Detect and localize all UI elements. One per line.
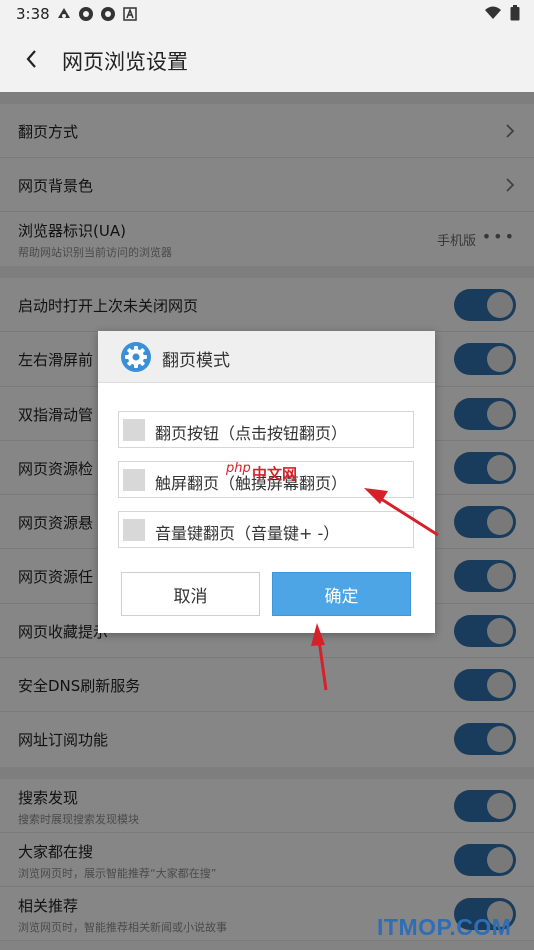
- dialog-header: 翻页模式: [98, 331, 435, 383]
- battery-icon: [510, 5, 520, 21]
- status-time: 3:38: [16, 5, 50, 23]
- option-page-button[interactable]: 翻页按钮（点击按钮翻页）: [118, 411, 414, 448]
- status-system-icons: [484, 5, 520, 21]
- checkbox[interactable]: [123, 469, 145, 491]
- confirm-button[interactable]: 确定: [272, 572, 411, 616]
- status-bar: 3:38: [0, 0, 534, 28]
- site-watermark: 中文网: [252, 465, 298, 483]
- option-label: 音量键翻页（音量键+ -）: [155, 524, 340, 543]
- php-watermark-logo: php: [226, 461, 251, 476]
- gear-icon: [121, 342, 151, 372]
- cancel-button[interactable]: 取消: [121, 572, 260, 616]
- page-title: 网页浏览设置: [62, 50, 188, 74]
- status-notification-icons: [56, 6, 138, 22]
- font-a-icon: [123, 7, 137, 21]
- itmop-watermark: ITMOP.COM: [377, 914, 512, 940]
- app-notification-icon: [58, 8, 70, 18]
- back-button[interactable]: [14, 42, 48, 76]
- option-volume-key[interactable]: 音量键翻页（音量键+ -）: [118, 511, 414, 548]
- aperture-icon-2: [101, 7, 115, 21]
- checkbox[interactable]: [123, 519, 145, 541]
- option-label: 翻页按钮（点击按钮翻页）: [155, 424, 348, 443]
- checkbox[interactable]: [123, 419, 145, 441]
- dialog-title: 翻页模式: [162, 351, 230, 371]
- wifi-icon: [485, 6, 501, 19]
- app-header: 网页浏览设置: [0, 28, 534, 92]
- option-label: 触屏翻页（触摸屏幕翻页）: [155, 474, 348, 493]
- back-arrow-icon: [26, 50, 36, 68]
- aperture-icon: [79, 7, 93, 21]
